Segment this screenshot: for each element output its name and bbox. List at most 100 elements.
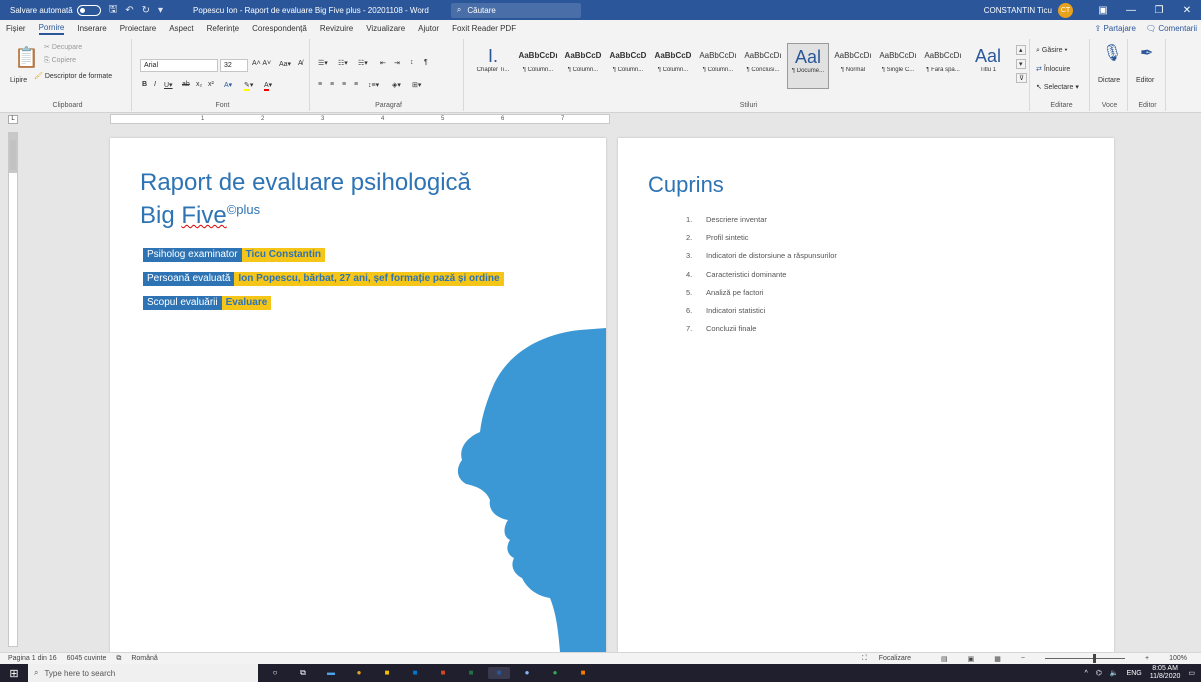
- print-layout-icon[interactable]: ▣: [968, 655, 975, 663]
- dictate-button[interactable]: Dictare: [1098, 77, 1120, 84]
- style-item[interactable]: AaBbCcDı ¶ Normal: [832, 43, 874, 89]
- file-explorer-icon[interactable]: ▬: [320, 667, 342, 679]
- style-item[interactable]: AaBbCcDı ¶ Column...: [697, 43, 739, 89]
- multilevel-list-icon[interactable]: ☵▾: [358, 59, 368, 67]
- app-icon[interactable]: ■: [572, 667, 594, 679]
- select-button[interactable]: ↖ Selectare ▾: [1036, 83, 1079, 91]
- user-name[interactable]: CONSTANTIN Ticu: [984, 6, 1052, 15]
- tab-0[interactable]: Fișier: [6, 24, 26, 33]
- tab-2[interactable]: Inserare: [77, 24, 106, 33]
- style-item[interactable]: AaBbCcD ¶ Column...: [607, 43, 649, 89]
- paste-icon[interactable]: 📋: [14, 45, 39, 70]
- toc-item[interactable]: 7. Concluzii finale: [686, 324, 837, 342]
- windows-start-icon[interactable]: ⊞: [0, 667, 28, 680]
- style-item[interactable]: AaBbCcD ¶ Column...: [652, 43, 694, 89]
- tab-7[interactable]: Revizuire: [320, 24, 353, 33]
- browser-icon[interactable]: ●: [516, 667, 538, 679]
- superscript-icon[interactable]: x²: [208, 81, 214, 88]
- document-page-1[interactable]: Raport de evaluare psihologică Big Five©…: [110, 138, 606, 652]
- maximize-icon[interactable]: ❐: [1145, 5, 1173, 16]
- toc-item[interactable]: 6. Indicatori statistici: [686, 306, 837, 324]
- font-family-select[interactable]: Arial: [140, 59, 218, 72]
- justify-icon[interactable]: ≡: [354, 81, 358, 88]
- cortana-icon[interactable]: ○: [264, 667, 286, 679]
- copy-button[interactable]: ⎘ Copiere: [44, 57, 76, 65]
- close-icon[interactable]: ✕: [1173, 5, 1201, 16]
- zoom-out-icon[interactable]: −: [1021, 655, 1025, 662]
- zoom-slider[interactable]: [1045, 654, 1125, 663]
- style-item[interactable]: AaBbCcDı ¶ Conclusi...: [742, 43, 784, 89]
- change-case-icon[interactable]: Aa▾: [279, 60, 291, 68]
- word-count[interactable]: 6045 cuvinte: [67, 655, 107, 662]
- tab-1[interactable]: Pornire: [38, 23, 65, 35]
- task-view-icon[interactable]: ⧉: [292, 667, 314, 679]
- font-color-icon[interactable]: A▾: [264, 81, 272, 91]
- keyboard-language[interactable]: ENG: [1127, 670, 1142, 677]
- language-indicator[interactable]: Română: [131, 655, 157, 662]
- bullets-icon[interactable]: ☰▾: [318, 59, 328, 67]
- scrollbar-thumb[interactable]: [10, 140, 16, 170]
- document-page-2[interactable]: Cuprins 1. Descriere inventar 2. Profil sin…: [618, 138, 1114, 652]
- style-item[interactable]: AaBbCcD ¶ Column...: [562, 43, 604, 89]
- chrome-icon[interactable]: ●: [348, 667, 370, 679]
- minimize-icon[interactable]: —: [1117, 5, 1145, 16]
- undo-icon[interactable]: ↶: [125, 5, 133, 16]
- tab-8[interactable]: Vizualizare: [366, 24, 405, 33]
- italic-icon[interactable]: I: [154, 81, 156, 88]
- styles-scroll-up-icon[interactable]: ▴: [1016, 45, 1026, 55]
- avatar[interactable]: CT: [1058, 2, 1073, 18]
- comments-button[interactable]: 🗨 Comentarii: [1146, 24, 1197, 33]
- style-item[interactable]: AaBbCcDı ¶ Fără spa...: [922, 43, 964, 89]
- vertical-ruler[interactable]: [8, 132, 18, 647]
- decrease-indent-icon[interactable]: ⇤: [380, 59, 386, 67]
- underline-icon[interactable]: U▾: [164, 81, 173, 89]
- share-button[interactable]: ⇪ Partajare: [1095, 24, 1136, 33]
- sort-icon[interactable]: ↕: [410, 59, 414, 66]
- align-left-icon[interactable]: ≡: [318, 81, 322, 88]
- page-count[interactable]: Pagina 1 din 16: [8, 655, 57, 662]
- style-item[interactable]: AaBbCcDı ¶ Column...: [517, 43, 559, 89]
- notifications-icon[interactable]: ▭: [1188, 669, 1195, 677]
- editor-button[interactable]: Editor: [1136, 77, 1154, 84]
- find-button[interactable]: ⌕ Găsire ▾: [1036, 47, 1067, 55]
- volume-icon[interactable]: 🔈: [1110, 669, 1119, 677]
- autosave-toggle[interactable]: [76, 4, 101, 16]
- word-icon[interactable]: ■: [488, 667, 510, 679]
- styles-more-icon[interactable]: ⊽: [1016, 73, 1028, 83]
- toc-item[interactable]: 1. Descriere inventar: [686, 215, 837, 233]
- excel-icon[interactable]: ■: [460, 667, 482, 679]
- toc-item[interactable]: 5. Analiză pe factori: [686, 288, 837, 306]
- web-layout-icon[interactable]: ▦: [994, 655, 1001, 663]
- replace-button[interactable]: ⇄ Înlocuire: [1036, 65, 1070, 73]
- cut-button[interactable]: ✂ Decupare: [44, 43, 82, 51]
- ribbon-display-icon[interactable]: ▣: [1089, 5, 1117, 16]
- style-item[interactable]: I. Chapter Ti...: [472, 43, 514, 89]
- search-box[interactable]: ⌕ Căutare: [450, 2, 581, 18]
- quick-access-more-icon[interactable]: ▾: [158, 5, 163, 16]
- highlight-icon[interactable]: ✎▾: [244, 81, 253, 91]
- toc-item[interactable]: 3. Indicatori de distorsiune a răspunsuri…: [686, 251, 837, 269]
- tab-9[interactable]: Ajutor: [418, 24, 439, 33]
- tray-expand-icon[interactable]: ^: [1084, 670, 1087, 677]
- microphone-icon[interactable]: 🎙: [1102, 43, 1122, 63]
- tab-10[interactable]: Foxit Reader PDF: [452, 24, 516, 33]
- chrome-alt-icon[interactable]: ●: [544, 667, 566, 679]
- align-right-icon[interactable]: ≡: [342, 81, 346, 88]
- clock[interactable]: 8:05 AM 11/8/2020: [1150, 665, 1181, 681]
- sticky-notes-icon[interactable]: ■: [376, 667, 398, 679]
- focus-button[interactable]: ⛶ Focalizare: [862, 655, 921, 663]
- numbering-icon[interactable]: ☷▾: [338, 59, 348, 67]
- toc-item[interactable]: 2. Profil sintetic: [686, 233, 837, 251]
- zoom-level[interactable]: 100%: [1169, 655, 1187, 662]
- powerpoint-icon[interactable]: ■: [432, 667, 454, 679]
- outlook-icon[interactable]: ■: [404, 667, 426, 679]
- tab-6[interactable]: Corespondență: [252, 24, 307, 33]
- horizontal-ruler[interactable]: 1 2 3 4 5 6 7: [110, 114, 610, 124]
- align-center-icon[interactable]: ≡: [330, 81, 334, 88]
- style-item[interactable]: Aal Titlu 1: [967, 43, 1009, 89]
- format-painter-button[interactable]: 🖌 Descriptor de formate: [34, 72, 112, 80]
- read-mode-icon[interactable]: ▤: [941, 655, 948, 663]
- network-icon[interactable]: ⌬: [1096, 669, 1102, 677]
- increase-indent-icon[interactable]: ⇥: [394, 59, 400, 67]
- paste-button[interactable]: Lipire: [10, 77, 27, 84]
